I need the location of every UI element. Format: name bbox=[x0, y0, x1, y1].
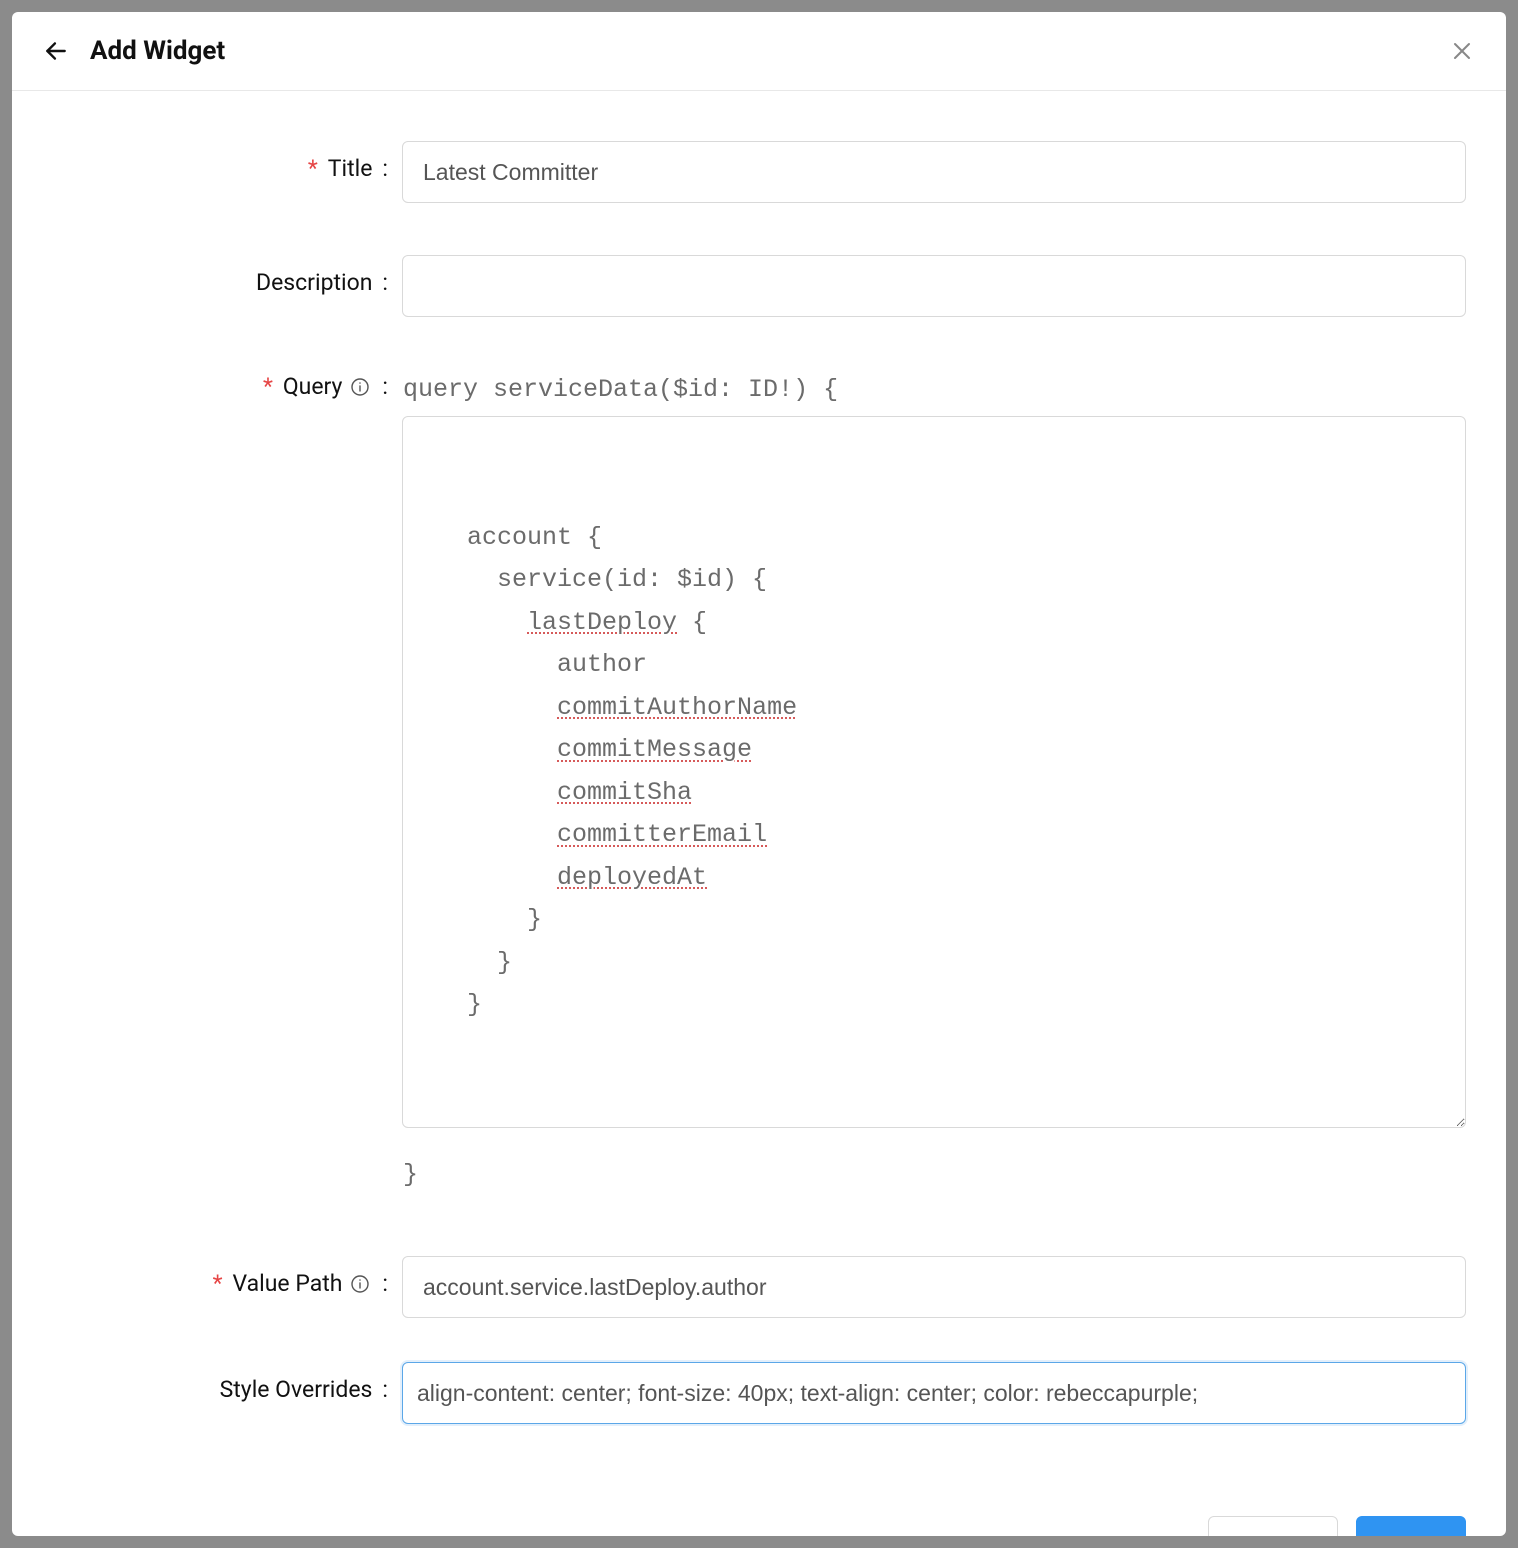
cancel-button[interactable]: Cancel bbox=[1208, 1516, 1338, 1536]
query-header-line: query serviceData($id: ID!) { bbox=[402, 369, 1466, 412]
save-button[interactable]: Save bbox=[1356, 1516, 1466, 1536]
code-line: committerEmail bbox=[437, 814, 1431, 857]
code-line: commitMessage bbox=[437, 729, 1431, 772]
required-asterisk: * bbox=[263, 373, 273, 400]
required-asterisk: * bbox=[213, 1270, 223, 1297]
style-overrides-input[interactable] bbox=[402, 1362, 1466, 1424]
description-input[interactable] bbox=[402, 255, 1466, 317]
code-line: service(id: $id) { bbox=[437, 559, 1431, 602]
title-label: * Title : bbox=[52, 141, 402, 182]
code-line: author bbox=[437, 644, 1431, 687]
query-textarea[interactable]: account { service(id: $id) { lastDeploy … bbox=[402, 416, 1466, 1128]
title-row: * Title : bbox=[52, 141, 1466, 203]
back-arrow-icon[interactable] bbox=[42, 37, 70, 65]
value-path-row: * Value Path : bbox=[52, 1256, 1466, 1318]
value-path-input[interactable] bbox=[402, 1256, 1466, 1318]
title-input[interactable] bbox=[402, 141, 1466, 203]
style-overrides-row: Style Overrides : bbox=[52, 1362, 1466, 1424]
code-line: } bbox=[437, 984, 1431, 1027]
description-label: Description : bbox=[52, 255, 402, 296]
value-path-label: * Value Path : bbox=[52, 1256, 402, 1297]
code-line: commitSha bbox=[437, 772, 1431, 815]
code-line: deployedAt bbox=[437, 857, 1431, 900]
form-body: * Title : Description : * Query bbox=[12, 91, 1506, 1506]
resize-handle-icon bbox=[1445, 1107, 1463, 1125]
required-asterisk: * bbox=[308, 155, 318, 182]
modal-footer: Cancel Save bbox=[12, 1506, 1506, 1536]
query-footer-line: } bbox=[402, 1154, 1466, 1197]
modal-header: Add Widget bbox=[12, 12, 1506, 91]
code-line: } bbox=[437, 899, 1431, 942]
query-row: * Query : query serviceData($id: ID!) { … bbox=[52, 369, 1466, 1196]
modal-title: Add Widget bbox=[90, 36, 225, 66]
query-label: * Query : bbox=[52, 369, 402, 400]
code-line: lastDeploy { bbox=[437, 602, 1431, 645]
style-overrides-label: Style Overrides : bbox=[52, 1362, 402, 1403]
add-widget-modal: Add Widget * Title : Description : bbox=[12, 12, 1506, 1536]
code-line: } bbox=[437, 942, 1431, 985]
info-circle-icon[interactable] bbox=[350, 1274, 370, 1294]
description-row: Description : bbox=[52, 255, 1466, 317]
code-line: commitAuthorName bbox=[437, 687, 1431, 730]
info-circle-icon[interactable] bbox=[350, 377, 370, 397]
code-line: account { bbox=[437, 517, 1431, 560]
close-icon[interactable] bbox=[1448, 37, 1476, 65]
